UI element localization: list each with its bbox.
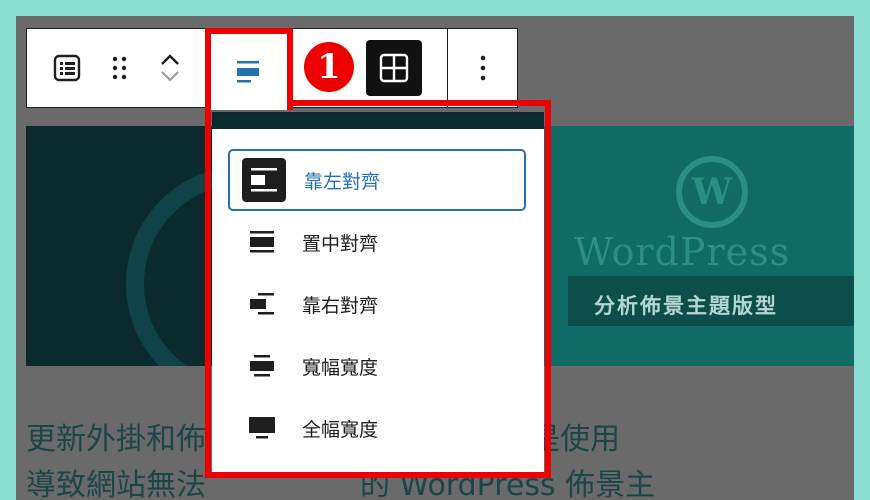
logo-glyph: W [691,171,733,213]
list-view-button[interactable] [39,29,95,107]
highlight-box-menu [205,100,551,478]
grid-button[interactable] [366,40,422,96]
hero-subtitle: 分析佈景主題版型 [594,294,778,318]
more-options-button[interactable] [451,29,515,107]
step-number-badge: 1 [304,42,354,92]
wordpress-wordmark: WordPress [574,230,791,274]
wordpress-logo-icon: W [676,156,748,228]
drag-handle-icon [112,56,127,80]
line2-left-text: 導致網站無法 [26,468,206,500]
align-button[interactable] [205,28,293,110]
list-view-icon [53,54,81,82]
more-vertical-icon [480,55,486,81]
align-left-toolbar-icon [237,61,259,83]
toolbar-separator [447,29,448,107]
chevron-up-icon [161,54,179,65]
move-up-down-button[interactable] [149,29,191,107]
chevron-down-icon [161,71,179,82]
drag-handle[interactable] [99,29,141,107]
grid-icon [379,53,409,83]
line1-left-text: 更新外掛和佈 [26,422,206,457]
